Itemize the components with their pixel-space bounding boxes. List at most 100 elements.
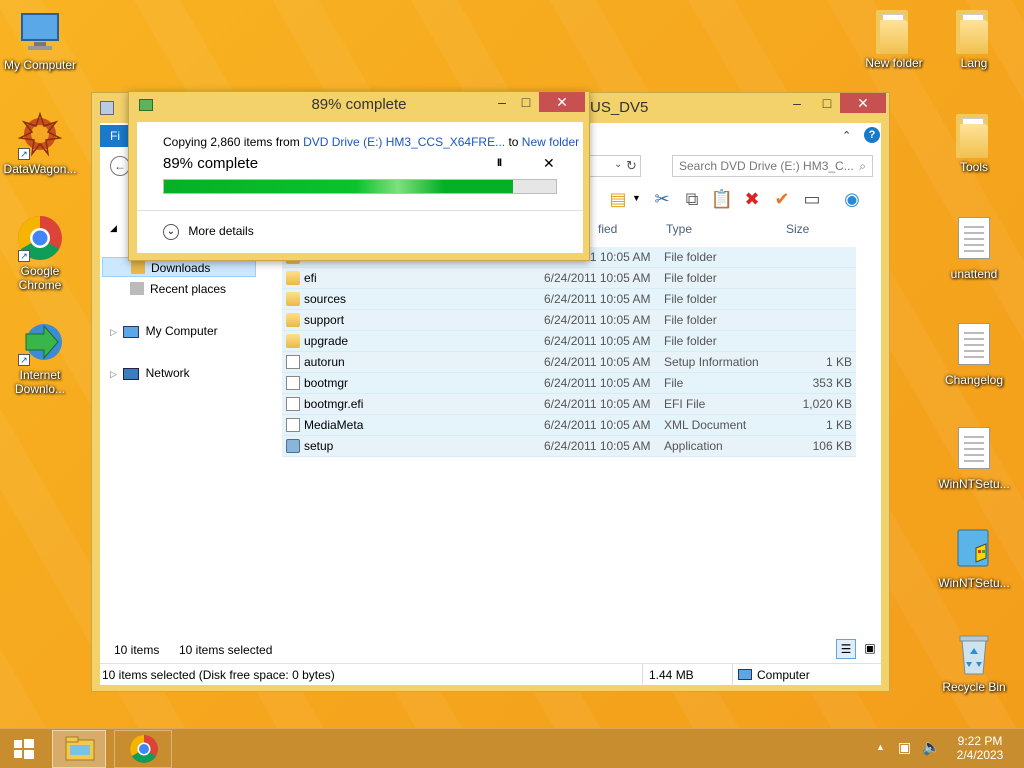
file-row[interactable]: autorun 6/24/2011 10:05 AM Setup Informati… xyxy=(282,352,856,373)
file-row[interactable]: efi 6/24/2011 10:05 AM File folder xyxy=(282,268,856,289)
setup-app-icon xyxy=(950,526,998,574)
taskbar-file-explorer[interactable] xyxy=(52,730,106,768)
properties-icon[interactable]: ▤ xyxy=(606,187,630,211)
desktop-icon-lang[interactable]: Lang xyxy=(934,8,1014,70)
xml-icon xyxy=(286,418,300,432)
desktop-icon-label: Google Chrome xyxy=(18,264,62,292)
file-name: sources xyxy=(304,292,347,306)
column-size[interactable]: Size xyxy=(786,219,809,239)
address-dropdown[interactable]: ⌄ ↻ xyxy=(585,155,641,177)
file-size: 1 KB xyxy=(825,418,852,432)
clock-date: 2/4/2023 xyxy=(956,748,1004,762)
large-icons-view-button[interactable]: ▣ xyxy=(860,639,880,659)
nav-recent-places[interactable]: Recent places xyxy=(130,279,226,299)
more-details-button[interactable]: ⌄ More details xyxy=(163,224,254,240)
desktop-icon-tools[interactable]: Tools xyxy=(934,112,1014,174)
help-icon[interactable]: ? xyxy=(864,127,880,143)
network-icon xyxy=(123,367,140,380)
desktop-icon-google-chrome[interactable]: ↗ Google Chrome xyxy=(0,214,80,292)
copy-progress-dialog[interactable]: 89% complete ‒ □ ✕ Copying 2,860 items f… xyxy=(128,91,590,261)
clock[interactable]: 9:22 PM 2/4/2023 xyxy=(944,729,1016,768)
desktop-icon-new-folder[interactable]: New folder xyxy=(854,8,934,70)
desktop-icon-internet-download-manager[interactable]: ↗ Internet Downlo... xyxy=(0,318,80,396)
source-link[interactable]: DVD Drive (E:) HM3_CCS_X64FRE... xyxy=(303,135,505,149)
folder-icon xyxy=(286,334,300,348)
network-icon[interactable]: ▣ xyxy=(898,739,911,756)
file-row[interactable]: sources 6/24/2011 10:05 AM File folder xyxy=(282,289,856,310)
column-type[interactable]: Type xyxy=(666,219,692,239)
text-document-icon xyxy=(950,323,998,371)
details-view-button[interactable]: ☰ xyxy=(836,639,856,659)
search-input[interactable]: Search DVD Drive (E:) HM3_C... ⌕ xyxy=(672,155,873,177)
nav-label: Downloads xyxy=(151,261,211,275)
file-date: 6/24/2011 10:05 AM xyxy=(544,355,651,369)
nav-label: Recent places xyxy=(150,282,227,296)
file-date: 6/24/2011 10:05 AM xyxy=(544,292,651,306)
file-row[interactable]: bootmgr 6/24/2011 10:05 AM File 353 KB xyxy=(282,373,856,394)
copy-icon[interactable]: ⧉ xyxy=(680,187,704,211)
desktop-icon-changelog[interactable]: Changelog xyxy=(934,320,1014,387)
maximize-button[interactable]: □ xyxy=(511,92,541,112)
volume-icon[interactable]: 🔈 xyxy=(922,738,941,756)
percent-complete-label: 89% complete xyxy=(163,155,259,172)
expand-arrow-icon[interactable]: ▷ xyxy=(110,369,117,379)
column-modified[interactable]: fied xyxy=(598,219,617,239)
file-row[interactable]: upgrade 6/24/2011 10:05 AM File folder xyxy=(282,331,856,352)
paste-icon[interactable]: 📋 xyxy=(710,187,734,211)
nav-my-computer[interactable]: ▷ My Computer xyxy=(110,321,218,341)
shortcut-arrow-icon: ↗ xyxy=(18,354,30,366)
recent-places-icon xyxy=(130,282,144,295)
file-row[interactable]: support 6/24/2011 10:05 AM File folder xyxy=(282,310,856,331)
desktop-icon-winntsetup-doc[interactable]: WinNTSetu... xyxy=(934,424,1014,491)
desktop-icon-winntsetup-app[interactable]: WinNTSetu... xyxy=(934,526,1014,590)
item-count: 10 items xyxy=(114,643,160,657)
shortcut-arrow-icon: ↗ xyxy=(18,250,30,262)
ribbon-collapse-icon[interactable]: ⌃ xyxy=(842,129,851,142)
desktop-icon-label: Recycle Bin xyxy=(942,680,1006,694)
file-row[interactable]: setup 6/24/2011 10:05 AM Application 106 KB xyxy=(282,436,856,457)
file-type: File folder xyxy=(664,334,717,348)
expand-arrow-icon[interactable]: ▷ xyxy=(110,327,117,337)
show-hidden-icons-icon[interactable]: ▲ xyxy=(876,742,885,752)
check-icon[interactable]: ✔ xyxy=(770,187,794,211)
refresh-icon[interactable]: ↻ xyxy=(626,158,637,174)
start-button[interactable] xyxy=(4,730,44,768)
taskbar-chrome[interactable] xyxy=(114,730,172,768)
folder-icon xyxy=(286,292,300,306)
back-button[interactable]: ← xyxy=(110,156,130,176)
desktop-icon-label: Lang xyxy=(960,56,988,70)
cut-icon[interactable]: ✂ xyxy=(650,187,674,211)
copy-dialog-client: Copying 2,860 items from DVD Drive (E:) … xyxy=(137,122,583,253)
delete-icon[interactable]: ✖ xyxy=(740,187,764,211)
desktop-icon-my-computer[interactable]: My Computer xyxy=(0,8,80,72)
desktop-icon-label: Tools xyxy=(959,160,988,174)
destination-link[interactable]: New folder xyxy=(522,135,579,149)
file-date: 6/24/2011 10:05 AM xyxy=(544,376,651,390)
file-type: EFI File xyxy=(664,397,706,411)
idm-icon: ↗ xyxy=(16,318,64,366)
file-row[interactable]: MediaMeta 6/24/2011 10:05 AM XML Document 1… xyxy=(282,415,856,436)
close-button[interactable]: ✕ xyxy=(539,92,585,112)
desktop-icon-label: Internet Downlo... xyxy=(14,368,66,396)
folder-icon xyxy=(286,313,300,327)
file-name: support xyxy=(304,313,345,327)
expand-arrow-icon[interactable]: ◢ xyxy=(110,223,117,234)
file-row[interactable]: bootmgr.efi 6/24/2011 10:05 AM EFI File 1,0… xyxy=(282,394,856,415)
file-date: 6/24/2011 10:05 AM xyxy=(544,334,651,348)
globe-icon[interactable]: ◉ xyxy=(840,187,864,211)
close-button[interactable]: ✕ xyxy=(840,93,886,113)
desktop-icon-datawagon[interactable]: ↗ DataWagon... xyxy=(0,111,80,176)
pause-button[interactable]: II xyxy=(497,157,502,169)
cancel-button[interactable]: ✕ xyxy=(543,155,555,172)
desktop-icon-recycle-bin[interactable]: Recycle Bin xyxy=(934,630,1014,694)
setup-info-icon xyxy=(286,355,300,369)
file-name: setup xyxy=(304,439,334,453)
rename-icon[interactable]: ▭ xyxy=(800,187,824,211)
xml-document-icon xyxy=(950,217,998,265)
nav-network[interactable]: ▷ Network xyxy=(110,363,190,383)
minimize-button[interactable]: ‒ xyxy=(782,93,812,113)
chevron-down-icon[interactable]: ▼ xyxy=(632,193,641,203)
maximize-button[interactable]: □ xyxy=(812,93,842,113)
ribbon-file-tab[interactable]: Fi xyxy=(100,125,130,147)
desktop-icon-unattend[interactable]: unattend xyxy=(934,214,1014,281)
